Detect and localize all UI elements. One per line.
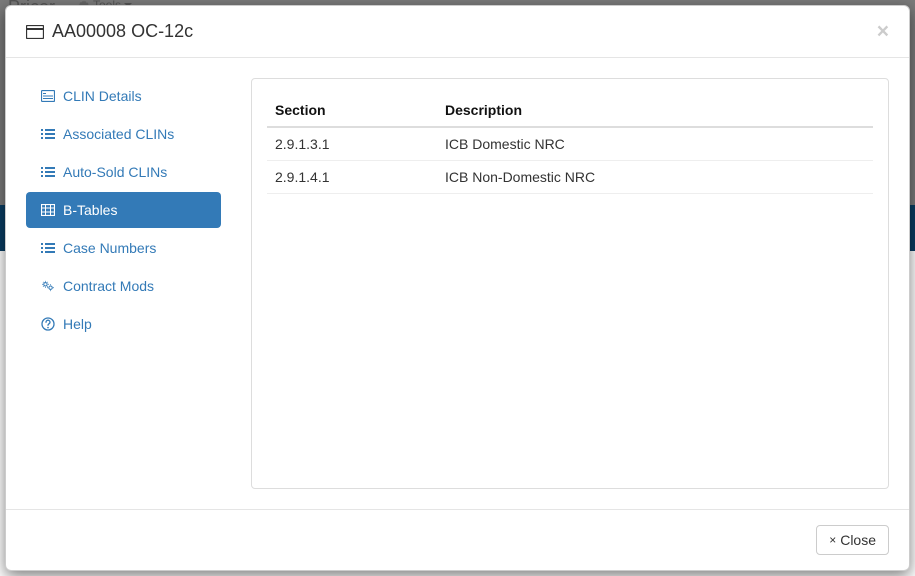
modal-title: AA00008 OC-12c — [26, 21, 193, 42]
sidebar-item-contract-mods[interactable]: Contract Mods — [26, 268, 221, 304]
sidebar-item-clin-details[interactable]: CLIN Details — [26, 78, 221, 114]
sidebar-item-label: CLIN Details — [63, 88, 142, 104]
modal-body: CLIN Details Associated CLINs Auto-Sold CL… — [6, 58, 909, 509]
help-icon — [41, 317, 55, 331]
b-tables-table: Section Description 2.9.1.3.1ICB Domesti… — [267, 94, 873, 194]
col-header-section: Section — [267, 94, 437, 127]
close-icon[interactable]: × — [877, 21, 889, 42]
cell-section: 2.9.1.3.1 — [267, 127, 437, 161]
list-icon — [41, 128, 55, 140]
cell-section: 2.9.1.4.1 — [267, 161, 437, 194]
sidebar-item-label: Auto-Sold CLINs — [63, 164, 167, 180]
table-row: 2.9.1.3.1ICB Domestic NRC — [267, 127, 873, 161]
sidebar-item-help[interactable]: Help — [26, 306, 221, 342]
list-icon — [41, 166, 55, 178]
col-header-description: Description — [437, 94, 873, 127]
sidebar-item-label: B-Tables — [63, 202, 117, 218]
modal-footer: × Close — [6, 509, 909, 570]
card-icon — [26, 25, 44, 39]
sidebar-item-b-tables[interactable]: B-Tables — [26, 192, 221, 228]
sidebar-item-label: Contract Mods — [63, 278, 154, 294]
modal-title-text: AA00008 OC-12c — [52, 21, 193, 42]
close-button[interactable]: × Close — [816, 525, 889, 555]
list-icon — [41, 242, 55, 254]
sidebar-item-label: Help — [63, 316, 92, 332]
content-panel: Section Description 2.9.1.3.1ICB Domesti… — [251, 78, 889, 489]
table-icon — [41, 204, 55, 216]
sidebar-item-label: Case Numbers — [63, 240, 156, 256]
cell-description: ICB Domestic NRC — [437, 127, 873, 161]
sidebar-item-auto-sold-clins[interactable]: Auto-Sold CLINs — [26, 154, 221, 190]
table-row: 2.9.1.4.1ICB Non-Domestic NRC — [267, 161, 873, 194]
sidebar-item-case-numbers[interactable]: Case Numbers — [26, 230, 221, 266]
modal-header: AA00008 OC-12c × — [6, 6, 909, 58]
card-list-icon — [41, 90, 55, 102]
cogs-icon — [41, 280, 55, 292]
sidebar-item-associated-clins[interactable]: Associated CLINs — [26, 116, 221, 152]
close-button-label: Close — [840, 532, 876, 548]
modal-dialog: AA00008 OC-12c × CLIN Details Associated … — [5, 5, 910, 571]
close-x-icon: × — [829, 533, 836, 547]
sidebar-item-label: Associated CLINs — [63, 126, 174, 142]
cell-description: ICB Non-Domestic NRC — [437, 161, 873, 194]
sidebar-nav: CLIN Details Associated CLINs Auto-Sold CL… — [26, 78, 221, 489]
